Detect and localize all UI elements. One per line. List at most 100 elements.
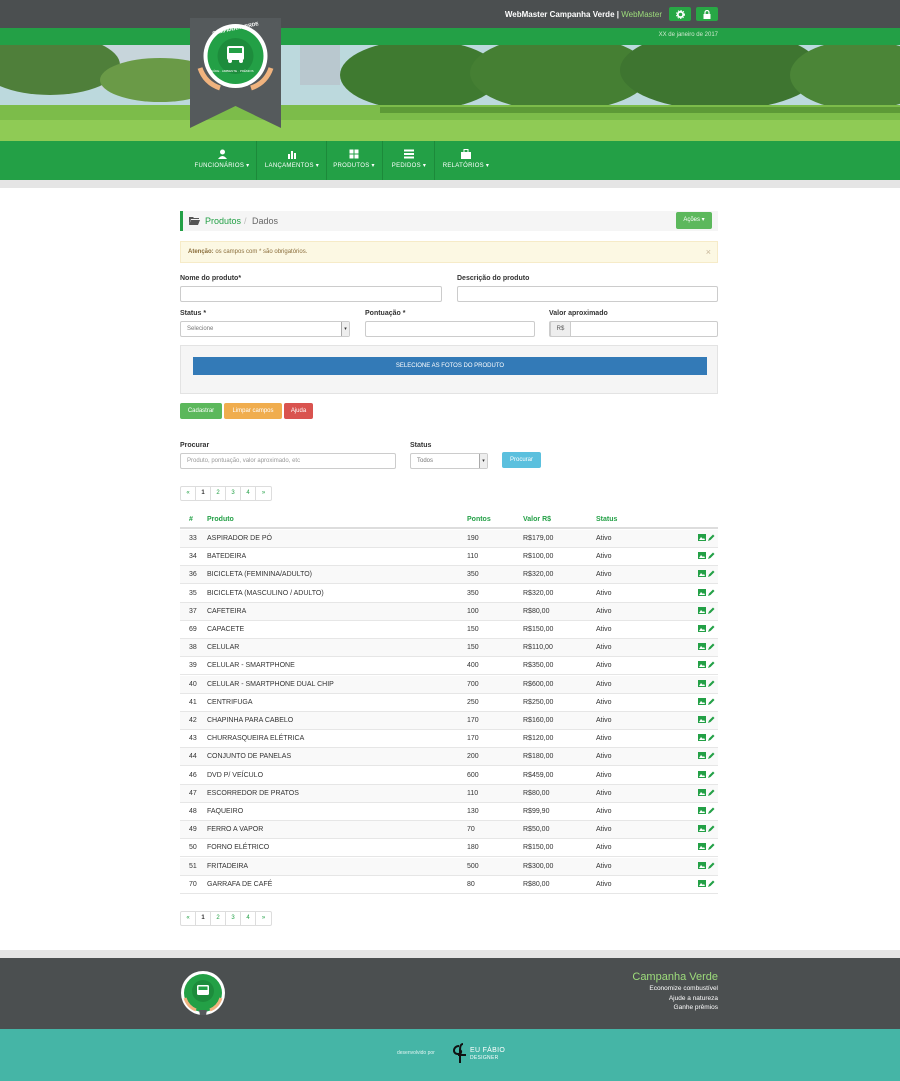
nav-pedidos[interactable]: PEDIDOS ▾ [386, 141, 432, 180]
nav-relatorios[interactable]: RELATÓRIOS ▾ [438, 141, 494, 180]
clear-button[interactable]: Limpar campos [224, 403, 282, 419]
bar-chart-icon [288, 151, 296, 159]
edit-pencil-icon[interactable] [708, 716, 715, 723]
image-icon[interactable] [698, 661, 706, 669]
save-button[interactable]: Cadastrar [180, 403, 222, 419]
footer-line-1: Economize combustível [649, 985, 718, 992]
nav-produtos[interactable]: PRODUTOS ▾ [328, 141, 380, 180]
folder-open-icon [189, 217, 200, 225]
edit-pencil-icon[interactable] [708, 752, 715, 760]
row-product: FRITADEIRA [207, 862, 249, 870]
help-button[interactable]: Ajuda [284, 403, 313, 419]
row-product: CELULAR [207, 644, 240, 652]
image-icon[interactable] [698, 752, 706, 760]
edit-pencil-icon[interactable] [708, 843, 715, 851]
image-icon[interactable] [698, 588, 706, 596]
edit-pencil-icon[interactable] [708, 862, 715, 869]
edit-pencil-icon[interactable] [708, 734, 715, 742]
row-status: Ativo [596, 880, 612, 888]
page-prev[interactable]: « [181, 912, 196, 925]
user-separator: | [616, 10, 619, 19]
credits-bar: desenvolvido por EU FÁBIO DESIGNER [0, 1029, 900, 1081]
page-3[interactable]: 3 [226, 912, 241, 925]
page-2[interactable]: 2 [211, 487, 226, 500]
image-icon[interactable] [698, 697, 706, 705]
image-icon[interactable] [698, 606, 706, 614]
edit-pencil-icon[interactable] [708, 880, 715, 887]
edit-pencil-icon[interactable] [708, 825, 715, 833]
row-status: Ativo [596, 571, 612, 579]
edit-pencil-icon[interactable] [708, 625, 715, 632]
image-icon[interactable] [698, 879, 706, 887]
table-header: # Produto Pontos Valor R$ Status [180, 513, 718, 529]
edit-pencil-icon[interactable] [708, 698, 715, 705]
edit-pencil-icon[interactable] [708, 680, 715, 687]
row-value: R$80,00 [523, 789, 550, 797]
page-next[interactable]: » [256, 487, 271, 500]
points-input[interactable] [365, 321, 535, 337]
edit-pencil-icon[interactable] [708, 661, 715, 669]
row-points: 190 [467, 535, 479, 542]
select-photos-button[interactable]: SELECIONE AS FOTOS DO PRODUTO [193, 357, 707, 375]
edit-pencil-icon[interactable] [708, 771, 715, 778]
edit-pencil-icon[interactable] [708, 570, 715, 578]
row-value: R$179,00 [523, 535, 554, 542]
image-icon[interactable] [698, 679, 706, 687]
row-product: ESCORREDOR DE PRATOS [207, 789, 299, 797]
logout-button[interactable] [696, 7, 718, 21]
edit-pencil-icon[interactable] [708, 552, 715, 560]
user-role-link[interactable]: WebMaster [621, 10, 662, 19]
search-input[interactable]: Produto, pontuação, valor aproximado, et… [180, 453, 396, 469]
breadcrumb-dados: Dados [252, 216, 279, 226]
row-points: 150 [467, 644, 479, 652]
edit-pencil-icon[interactable] [708, 807, 715, 814]
image-icon[interactable] [698, 825, 706, 833]
page-prev[interactable]: « [181, 487, 196, 500]
ef-designer-logo[interactable] [450, 1042, 468, 1064]
close-icon[interactable]: × [706, 247, 711, 257]
page-1[interactable]: 1 [196, 912, 211, 925]
page-2[interactable]: 2 [211, 912, 226, 925]
edit-pencil-icon[interactable] [708, 607, 715, 614]
page-next[interactable]: » [256, 912, 271, 925]
image-icon[interactable] [698, 807, 706, 814]
image-icon[interactable] [698, 534, 706, 541]
product-desc-input[interactable] [457, 286, 718, 302]
search-status-select[interactable]: Todos ▾ [410, 453, 488, 469]
row-points: 400 [467, 662, 479, 670]
nav-funcionarios[interactable]: FUNCIONÁRIOS ▾ [190, 141, 254, 180]
image-icon[interactable] [698, 843, 706, 851]
image-icon[interactable] [698, 643, 706, 651]
image-icon[interactable] [698, 552, 706, 560]
page-4[interactable]: 4 [241, 912, 256, 925]
image-icon[interactable] [698, 734, 706, 742]
page-3[interactable]: 3 [226, 487, 241, 500]
value-input[interactable]: R$ [549, 321, 718, 337]
image-icon[interactable] [698, 788, 706, 796]
page-4[interactable]: 4 [241, 487, 256, 500]
actions-dropdown[interactable]: Ações ▾ [676, 212, 712, 229]
edit-pencil-icon[interactable] [708, 589, 715, 596]
search-button[interactable]: Procurar [502, 452, 541, 468]
row-status: Ativo [596, 607, 612, 615]
edit-pencil-icon[interactable] [708, 534, 715, 541]
edit-pencil-icon[interactable] [708, 789, 715, 796]
row-value: R$110,00 [523, 644, 553, 652]
image-icon[interactable] [698, 625, 706, 632]
footer-brand: Campanha Verde [632, 971, 718, 983]
page-1[interactable]: 1 [196, 487, 211, 500]
list-icon [404, 149, 414, 159]
breadcrumb-produtos[interactable]: Produtos [205, 216, 241, 226]
product-name-input[interactable] [180, 286, 442, 302]
nav-lancamentos[interactable]: LANÇAMENTOS ▾ [260, 141, 324, 180]
product-name-label: Nome do produto* [180, 275, 242, 282]
row-product: CAFETEIRA [207, 607, 247, 615]
image-icon[interactable] [698, 770, 706, 778]
status-select[interactable]: Selecione ▾ [180, 321, 350, 337]
settings-button[interactable] [669, 7, 691, 21]
image-icon[interactable] [698, 716, 706, 723]
row-id: 42 [189, 717, 197, 724]
edit-pencil-icon[interactable] [708, 643, 715, 651]
image-icon[interactable] [698, 570, 706, 578]
image-icon[interactable] [698, 861, 706, 869]
